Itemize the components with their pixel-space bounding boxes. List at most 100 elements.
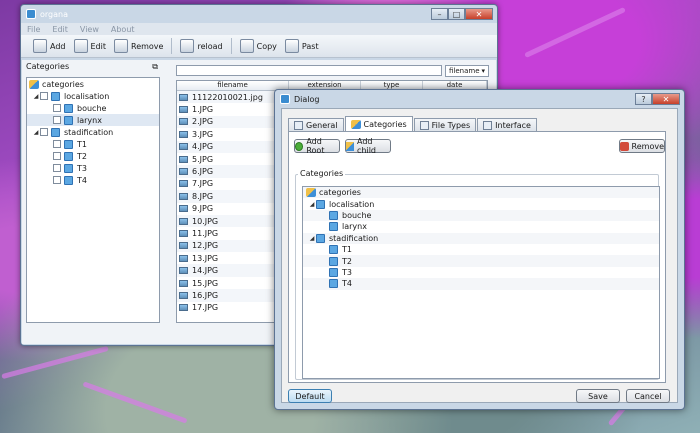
- file-name: 2.JPG: [192, 117, 214, 127]
- add-child-button[interactable]: Add child: [345, 137, 391, 155]
- main-titlebar[interactable]: organa: [21, 5, 497, 23]
- tree-checkbox[interactable]: [40, 128, 48, 136]
- tree-item[interactable]: ◢ stadification: [27, 126, 159, 138]
- expand-arrow-icon[interactable]: ◢: [308, 235, 316, 242]
- categories-icon: [29, 79, 39, 89]
- image-icon: [179, 180, 188, 188]
- tree-item[interactable]: ◢ localisation: [27, 90, 159, 102]
- expand-arrow-icon[interactable]: ◢: [32, 93, 40, 100]
- tree-item[interactable]: T1: [27, 138, 159, 150]
- tab-categories[interactable]: Categories: [344, 116, 413, 131]
- tree-item[interactable]: T2: [303, 255, 659, 267]
- search-input[interactable]: [176, 65, 442, 76]
- categories-tree[interactable]: categories ◢ localisation bouche larynx …: [26, 77, 160, 323]
- tree-checkbox[interactable]: [53, 140, 61, 148]
- column-header-filename[interactable]: filename: [177, 81, 289, 90]
- edit-button[interactable]: Edit: [73, 39, 106, 53]
- add-icon: [33, 39, 47, 53]
- groupbox-label: Categories: [298, 169, 346, 178]
- toolbar: Add Edit Remove reload Copy Past: [21, 35, 497, 58]
- tree-root-label: categories: [42, 79, 84, 89]
- app-icon: [26, 9, 36, 19]
- remove-button[interactable]: Remove: [114, 39, 163, 53]
- tree-checkbox[interactable]: [53, 164, 61, 172]
- cube-icon: [329, 210, 338, 220]
- menu-about[interactable]: About: [111, 25, 135, 34]
- categories-icon: [306, 188, 316, 198]
- tab-interface[interactable]: Interface: [477, 118, 537, 131]
- tree-checkbox[interactable]: [53, 176, 61, 184]
- reload-button[interactable]: reload: [180, 39, 223, 53]
- tree-item[interactable]: T3: [303, 267, 659, 278]
- tree-item-label: T4: [342, 279, 352, 289]
- tree-item[interactable]: ◢ stadification: [303, 232, 659, 244]
- dialog-titlebar[interactable]: Dialog: [275, 90, 684, 108]
- tab-general[interactable]: General: [288, 118, 344, 131]
- tree-checkbox[interactable]: [40, 92, 48, 100]
- image-icon: [179, 155, 188, 163]
- menu-edit[interactable]: Edit: [52, 25, 68, 34]
- minimize-button[interactable]: –: [431, 8, 448, 20]
- menu-bar: File Edit View About: [21, 23, 497, 35]
- tree-item[interactable]: T2: [27, 150, 159, 162]
- sort-select[interactable]: filename ▾: [445, 65, 489, 77]
- menu-file[interactable]: File: [27, 25, 40, 34]
- tree-item[interactable]: T1: [303, 244, 659, 255]
- tree-item-label: larynx: [342, 222, 367, 232]
- paste-label: Past: [301, 41, 319, 51]
- background-petal: [1, 345, 109, 380]
- remove-category-button[interactable]: Remove: [619, 139, 665, 153]
- menu-view[interactable]: View: [80, 25, 99, 34]
- tree-item[interactable]: T4: [303, 278, 659, 290]
- reload-label: reload: [197, 41, 223, 51]
- tree-root[interactable]: categories: [303, 187, 659, 199]
- tab-file-types[interactable]: File Types: [413, 118, 477, 131]
- toolbar-separator: [171, 38, 173, 54]
- tree-checkbox[interactable]: [53, 104, 61, 112]
- image-icon: [179, 267, 188, 275]
- tree-item-label: stadification: [64, 127, 114, 137]
- cube-icon: [51, 91, 60, 101]
- tree-item[interactable]: larynx: [303, 221, 659, 232]
- sort-select-value: filename: [449, 67, 480, 75]
- file-name: 8.JPG: [192, 191, 214, 201]
- tab-label: General: [306, 120, 338, 130]
- cancel-button[interactable]: Cancel: [626, 389, 670, 403]
- tree-item-selected[interactable]: larynx: [27, 114, 159, 126]
- add-root-button[interactable]: Add Root: [294, 137, 340, 155]
- expand-arrow-icon[interactable]: ◢: [32, 129, 40, 136]
- cube-icon: [329, 222, 338, 232]
- tree-item[interactable]: ◢ localisation: [303, 198, 659, 209]
- default-button[interactable]: Default: [288, 389, 332, 403]
- dialog-categories-tree[interactable]: categories ◢ localisation bouche larynx: [302, 186, 660, 379]
- tree-item[interactable]: bouche: [27, 102, 159, 114]
- dialog-close-button[interactable]: ✕: [652, 93, 680, 105]
- tree-item[interactable]: T4: [27, 174, 159, 186]
- tree-checkbox[interactable]: [53, 152, 61, 160]
- copy-icon: [239, 39, 254, 53]
- tree-item[interactable]: T3: [27, 162, 159, 174]
- save-button[interactable]: Save: [576, 389, 620, 403]
- image-icon: [179, 118, 188, 126]
- add-button[interactable]: Add: [33, 39, 66, 53]
- file-name: 6.JPG: [192, 167, 214, 177]
- maximize-button[interactable]: □: [448, 8, 465, 20]
- help-button[interactable]: ?: [635, 93, 652, 105]
- window-title: organa: [40, 9, 68, 19]
- background-petal: [524, 6, 626, 59]
- categories-groupbox: Categories categories ◢ localisation bou…: [295, 169, 660, 380]
- close-button[interactable]: ✕: [465, 8, 493, 20]
- expand-arrow-icon[interactable]: ◢: [308, 201, 316, 208]
- tree-item-label: bouche: [77, 103, 107, 113]
- tree-item-label: localisation: [329, 199, 375, 209]
- image-icon: [179, 192, 188, 200]
- tree-item[interactable]: bouche: [303, 209, 659, 222]
- image-icon: [179, 93, 188, 101]
- copy-button[interactable]: Copy: [239, 39, 277, 53]
- image-icon: [179, 242, 188, 250]
- cube-icon: [316, 199, 325, 209]
- undock-icon[interactable]: ⧉: [152, 62, 158, 73]
- paste-button[interactable]: Past: [284, 39, 319, 53]
- tree-root[interactable]: categories: [27, 78, 159, 90]
- tree-checkbox[interactable]: [53, 116, 61, 124]
